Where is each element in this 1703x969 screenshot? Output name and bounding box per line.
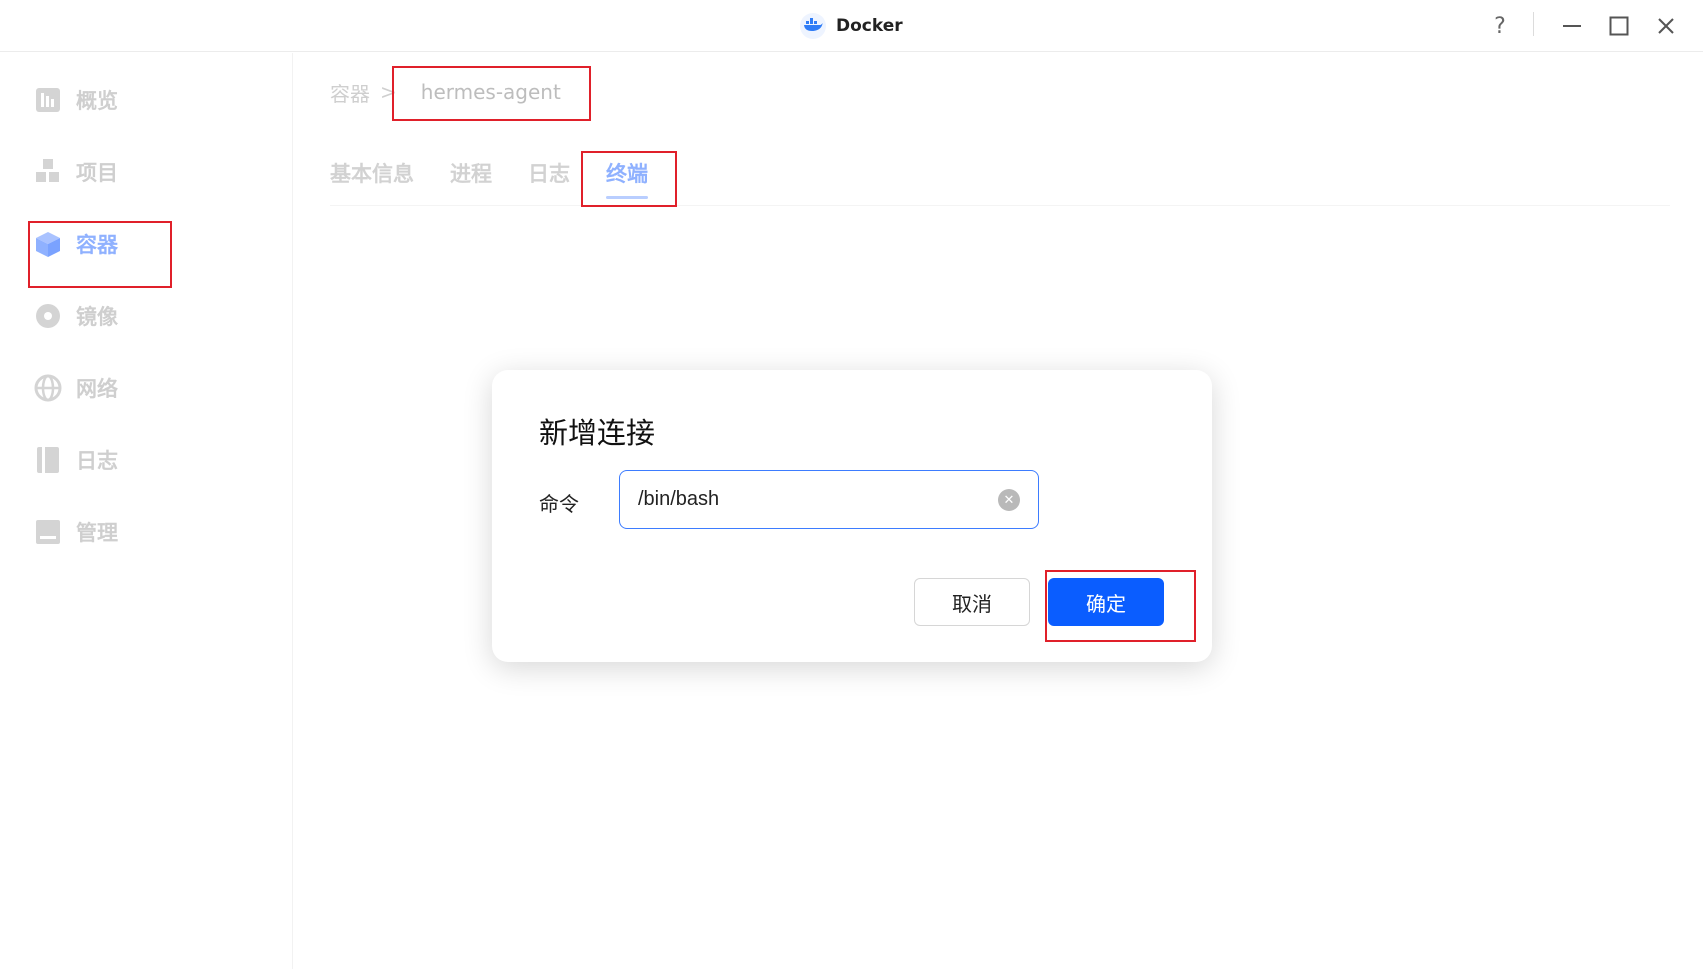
new-connection-dialog: 新增连接 命令 ✕ 取消 确定 xyxy=(492,370,1212,662)
window-title-text: Docker xyxy=(836,16,903,36)
command-input[interactable] xyxy=(638,488,978,511)
sidebar-item-label: 项目 xyxy=(76,161,118,185)
sidebar-item-label: 镜像 xyxy=(76,305,118,329)
sidebar-item-label: 日志 xyxy=(76,449,118,473)
tab-bar: 基本信息 进程 日志 终端 xyxy=(330,158,648,199)
maximize-button[interactable] xyxy=(1603,10,1635,42)
breadcrumb-parent[interactable]: 容器 xyxy=(330,78,370,107)
tab-divider xyxy=(330,205,1670,206)
tab-terminal[interactable]: 终端 xyxy=(606,158,648,199)
manage-icon xyxy=(34,518,62,546)
sidebar-item-manage[interactable]: 管理 xyxy=(34,512,118,552)
docker-whale-icon xyxy=(800,13,826,39)
maximize-icon xyxy=(1609,16,1629,36)
clear-icon[interactable]: ✕ xyxy=(998,489,1020,511)
breadcrumb-current: hermes-agent xyxy=(420,80,561,104)
sidebar-item-label: 管理 xyxy=(76,521,118,545)
dialog-title: 新增连接 xyxy=(539,416,656,450)
titlebar-divider xyxy=(1533,12,1534,36)
title-bar: Docker ? xyxy=(0,0,1703,52)
sidebar-item-project[interactable]: 项目 xyxy=(34,152,118,192)
network-icon xyxy=(34,374,62,402)
sidebar-item-overview[interactable]: 概览 xyxy=(34,80,118,120)
sidebar-item-label: 网络 xyxy=(76,377,118,401)
sidebar: 概览 项目 容器 镜像 网络 日志 管理 xyxy=(0,53,293,969)
tab-log[interactable]: 日志 xyxy=(528,158,570,198)
command-label: 命令 xyxy=(539,492,579,516)
tab-process[interactable]: 进程 xyxy=(450,158,492,198)
sidebar-item-image[interactable]: 镜像 xyxy=(34,296,118,336)
command-input-wrapper: ✕ xyxy=(619,470,1039,529)
help-button[interactable]: ? xyxy=(1484,10,1516,42)
minimize-button[interactable] xyxy=(1556,10,1588,42)
close-button[interactable] xyxy=(1650,10,1682,42)
confirm-button[interactable]: 确定 xyxy=(1048,578,1164,626)
docker-window: Docker ? 概览 项目 容器 镜像 网络 日志 管理 容器 > herme… xyxy=(0,0,1703,969)
breadcrumb: 容器 > hermes-agent xyxy=(330,76,561,108)
cancel-button[interactable]: 取消 xyxy=(914,578,1030,626)
sidebar-item-log[interactable]: 日志 xyxy=(34,440,118,480)
image-icon xyxy=(34,302,62,330)
help-icon: ? xyxy=(1494,13,1506,39)
overview-icon xyxy=(34,86,62,114)
project-icon xyxy=(34,158,62,186)
minimize-icon xyxy=(1563,25,1581,27)
container-icon xyxy=(34,230,62,258)
breadcrumb-separator: > xyxy=(380,80,397,104)
tab-basic-info[interactable]: 基本信息 xyxy=(330,158,414,198)
close-icon xyxy=(1658,18,1674,34)
log-icon xyxy=(34,446,62,474)
sidebar-item-label: 概览 xyxy=(76,89,118,113)
sidebar-item-container[interactable]: 容器 xyxy=(34,224,118,264)
sidebar-item-network[interactable]: 网络 xyxy=(34,368,118,408)
window-title: Docker xyxy=(800,12,903,40)
sidebar-item-label: 容器 xyxy=(76,233,118,257)
